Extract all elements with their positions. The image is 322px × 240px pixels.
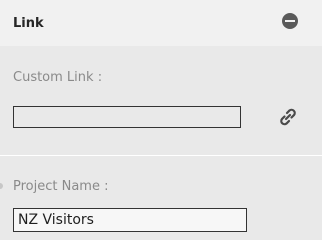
custom-link-input[interactable] — [13, 106, 241, 128]
link-icon[interactable] — [276, 105, 300, 129]
custom-link-label: Custom Link : — [13, 70, 103, 85]
project-name-input[interactable] — [13, 208, 247, 232]
panel-title: Link — [13, 16, 44, 31]
panel-header: Link — [0, 0, 322, 46]
resize-handle[interactable] — [0, 183, 3, 189]
section-divider — [0, 155, 322, 156]
project-name-label: Project Name : — [13, 179, 109, 194]
collapse-icon[interactable] — [282, 13, 298, 29]
